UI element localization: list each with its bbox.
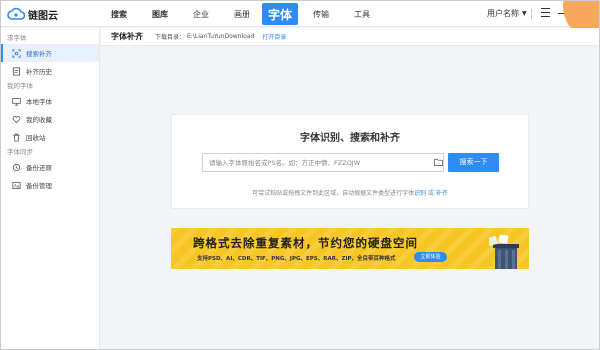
logo-text: 链图云: [28, 10, 58, 22]
user-menu[interactable]: 用户名称 ▼: [487, 1, 527, 27]
sidebar-item-fill-history[interactable]: 补齐历史: [1, 62, 99, 80]
nav-transfer[interactable]: 传输: [313, 1, 329, 27]
cloud-logo-icon: [7, 7, 25, 20]
banner-subline: 支持PSD、AI、CDR、TIF、PNG、JPG、EPS、RAR、ZIP，全目带…: [197, 256, 396, 262]
main-nav: 搜索 图库 企业 画册 字体 传输 工具: [107, 1, 370, 27]
sidebar-item-label: 补齐历史: [26, 68, 52, 76]
manage-icon: Aa: [12, 181, 21, 190]
download-dir-path: E:\LianTuYunDownload: [187, 33, 255, 40]
sidebar: 求字体 搜索补齐 补齐历史 我的字体 本地字体 我的收藏 回收站 字体同步 备份…: [1, 28, 100, 349]
search-card: 字体识别、搜索和补齐 搜索一下 可尝试粘贴或拖拽文件到此区域，自动根据文件类型进…: [171, 114, 529, 209]
sidebar-item-label: 本地字体: [26, 98, 52, 106]
search-card-title: 字体识别、搜索和补齐: [300, 133, 400, 144]
nav-font[interactable]: 字体: [262, 3, 299, 25]
sidebar-item-backup-manage[interactable]: Aa 备份管理: [1, 176, 99, 194]
svg-text:Aa: Aa: [14, 183, 20, 188]
search-button[interactable]: 搜索一下: [448, 153, 499, 172]
nav-album[interactable]: 画册: [234, 1, 250, 27]
nav-search[interactable]: 搜索: [111, 1, 127, 27]
recognize-link[interactable]: 识别: [414, 190, 426, 197]
sidebar-item-backup-restore[interactable]: 备份还原: [1, 158, 99, 176]
user-name: 用户名称: [487, 9, 519, 18]
recycle-bin-illustration-icon: [489, 235, 519, 269]
section-title-my-fonts: 我的字体: [7, 82, 33, 90]
folder-icon[interactable]: [434, 158, 443, 166]
hint-or: 或: [426, 190, 436, 197]
hint-text: 可尝试粘贴或拖拽文件到此区域，自动根据文件类型进行字体: [252, 190, 415, 197]
divider: [531, 9, 532, 19]
history-icon: [12, 66, 21, 76]
search-box: [202, 153, 444, 172]
nav-gallery[interactable]: 图库: [152, 1, 168, 27]
nav-enterprise[interactable]: 企业: [193, 1, 209, 27]
font-search-input[interactable]: [203, 154, 428, 171]
scan-icon: [12, 48, 21, 58]
sidebar-item-label: 备份管理: [26, 182, 52, 190]
app-window: 链图云 搜索 图库 企业 画册 字体 传输 工具 用户名称 ▼ 求字体 搜索补齐: [0, 0, 600, 350]
promo-banner[interactable]: 跨格式去除重复素材，节约您的硬盘空间 支持PSD、AI、CDR、TIF、PNG、…: [171, 228, 529, 269]
backup-icon: [12, 163, 21, 172]
nav-tools[interactable]: 工具: [354, 1, 370, 27]
section-title-font-sync: 字体同步: [7, 148, 33, 156]
download-dir-label: 下载目录：: [155, 34, 186, 41]
sidebar-item-favorites[interactable]: 我的收藏: [1, 110, 99, 128]
open-directory-link[interactable]: 打开目录: [262, 32, 286, 41]
page-title: 字体补齐: [111, 32, 143, 41]
fill-link[interactable]: 补齐: [436, 190, 448, 197]
sidebar-item-label: 回收站: [26, 134, 46, 142]
sidebar-item-local-fonts[interactable]: 本地字体: [1, 92, 99, 110]
content-header: 字体补齐 下载目录： E:\LianTuYunDownload 打开目录: [101, 28, 599, 46]
app-logo[interactable]: 链图云: [7, 6, 58, 22]
sidebar-item-label: 备份还原: [26, 164, 52, 172]
section-title-find-font: 求字体: [7, 34, 27, 42]
trash-icon: [12, 133, 21, 142]
sidebar-item-label: 我的收藏: [26, 116, 52, 124]
drop-hint: 可尝试粘贴或拖拽文件到此区域，自动根据文件类型进行字体识别 或 补齐: [172, 188, 528, 197]
banner-try-button[interactable]: 立即体验: [414, 252, 447, 262]
sidebar-item-recycle-bin[interactable]: 回收站: [1, 128, 99, 146]
monitor-icon: [12, 97, 21, 106]
top-bar: 链图云 搜索 图库 企业 画册 字体 传输 工具 用户名称 ▼: [1, 1, 599, 41]
chevron-down-icon: ▼: [522, 10, 527, 17]
sidebar-item-label: 搜索补齐: [26, 50, 52, 58]
banner-headline: 跨格式去除重复素材，节约您的硬盘空间: [193, 236, 418, 250]
sidebar-item-search-fill[interactable]: 搜索补齐: [1, 44, 99, 62]
heart-icon: [12, 115, 21, 124]
hamburger-menu-icon[interactable]: [541, 8, 550, 20]
